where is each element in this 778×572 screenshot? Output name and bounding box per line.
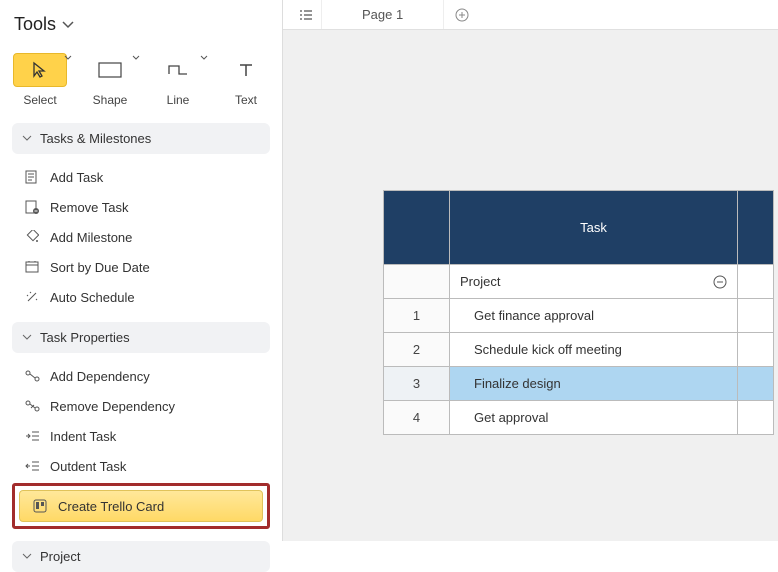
chevron-down-icon [22,553,32,560]
canvas[interactable]: Task Project 1 Get fin [283,30,778,541]
menu-label: Outdent Task [50,459,126,474]
sidebar: Tools Select Shape [0,0,283,541]
shape-tool[interactable]: Shape [86,53,134,107]
tools-header[interactable]: Tools [12,10,270,43]
remove-task-icon [24,199,40,215]
section-label: Task Properties [40,330,130,345]
dependency-remove-icon [24,398,40,414]
indent-icon [24,428,40,444]
trello-icon [32,498,48,514]
menu-task-properties: Add Dependency Remove Dependency Indent … [12,359,270,535]
auto-schedule-item[interactable]: Auto Schedule [12,282,270,312]
remove-dependency-item[interactable]: Remove Dependency [12,391,270,421]
table-row[interactable]: 4 Get approval [384,401,774,435]
section-label: Project [40,549,80,564]
add-dependency-item[interactable]: Add Dependency [12,361,270,391]
row-task: Get finance approval [474,308,594,323]
shape-label: Shape [93,93,128,107]
add-task-icon [24,169,40,185]
main-area: Page 1 Task Project [283,0,778,541]
text-icon [222,53,270,87]
section-project[interactable]: Project [12,541,270,572]
dropdown-icon[interactable] [200,55,208,61]
section-label: Tasks & Milestones [40,131,151,146]
row-num: 4 [413,410,420,425]
table-row-selected[interactable]: 3 Finalize design [384,367,774,401]
row-task: Finalize design [474,376,561,391]
menu-tasks-milestones: Add Task Remove Task Add Milestone Sort … [12,160,270,316]
rectangle-icon [86,53,134,87]
sort-due-item[interactable]: Sort by Due Date [12,252,270,282]
section-task-properties[interactable]: Task Properties [12,322,270,353]
menu-label: Remove Dependency [50,399,175,414]
header-extra [738,191,774,265]
header-num [384,191,450,265]
tab-label: Page 1 [362,7,403,22]
select-label: Select [23,93,56,107]
tab-bar: Page 1 [283,0,778,30]
section-tasks-milestones[interactable]: Tasks & Milestones [12,123,270,154]
select-tool[interactable]: Select [14,53,66,107]
wand-icon [24,289,40,305]
outline-icon[interactable] [291,8,321,22]
dropdown-icon[interactable] [64,55,72,61]
dependency-add-icon [24,368,40,384]
remove-task-item[interactable]: Remove Task [12,192,270,222]
menu-label: Add Milestone [50,230,132,245]
menu-label: Auto Schedule [50,290,135,305]
sort-icon [24,259,40,275]
tools-title: Tools [14,14,56,35]
project-label: Project [460,274,500,289]
table-row[interactable]: 2 Schedule kick off meeting [384,333,774,367]
row-task: Schedule kick off meeting [474,342,622,357]
outdent-icon [24,458,40,474]
line-tool[interactable]: Line [154,53,202,107]
row-task: Get approval [474,410,548,425]
dropdown-icon[interactable] [132,55,140,61]
menu-label: Remove Task [50,200,129,215]
collapse-icon[interactable] [713,275,727,289]
toolbar: Select Shape Line Text [12,49,270,117]
menu-label: Create Trello Card [58,499,164,514]
milestone-icon [24,229,40,245]
add-task-item[interactable]: Add Task [12,162,270,192]
row-num: 1 [413,308,420,323]
text-tool[interactable]: Text [222,53,270,107]
chevron-down-icon [22,334,32,341]
add-milestone-item[interactable]: Add Milestone [12,222,270,252]
menu-label: Add Task [50,170,103,185]
menu-label: Sort by Due Date [50,260,150,275]
chevron-down-icon [62,21,74,29]
line-icon [154,53,202,87]
cursor-icon [13,53,67,87]
text-label: Text [235,93,257,107]
menu-label: Indent Task [50,429,116,444]
line-label: Line [167,93,190,107]
row-num: 3 [413,376,420,391]
outdent-task-item[interactable]: Outdent Task [12,451,270,481]
table-row[interactable]: 1 Get finance approval [384,299,774,333]
tab-page1[interactable]: Page 1 [321,0,444,29]
create-trello-card-item[interactable]: Create Trello Card [19,490,263,522]
menu-label: Add Dependency [50,369,150,384]
row-num: 2 [413,342,420,357]
indent-task-item[interactable]: Indent Task [12,421,270,451]
header-task: Task [450,191,738,265]
chevron-down-icon [22,135,32,142]
project-table: Task Project 1 Get fin [383,190,774,435]
project-group-row[interactable]: Project [384,265,774,299]
highlight-create-trello: Create Trello Card [12,483,270,529]
header-task-label: Task [580,220,607,235]
add-tab-button[interactable] [444,8,480,22]
